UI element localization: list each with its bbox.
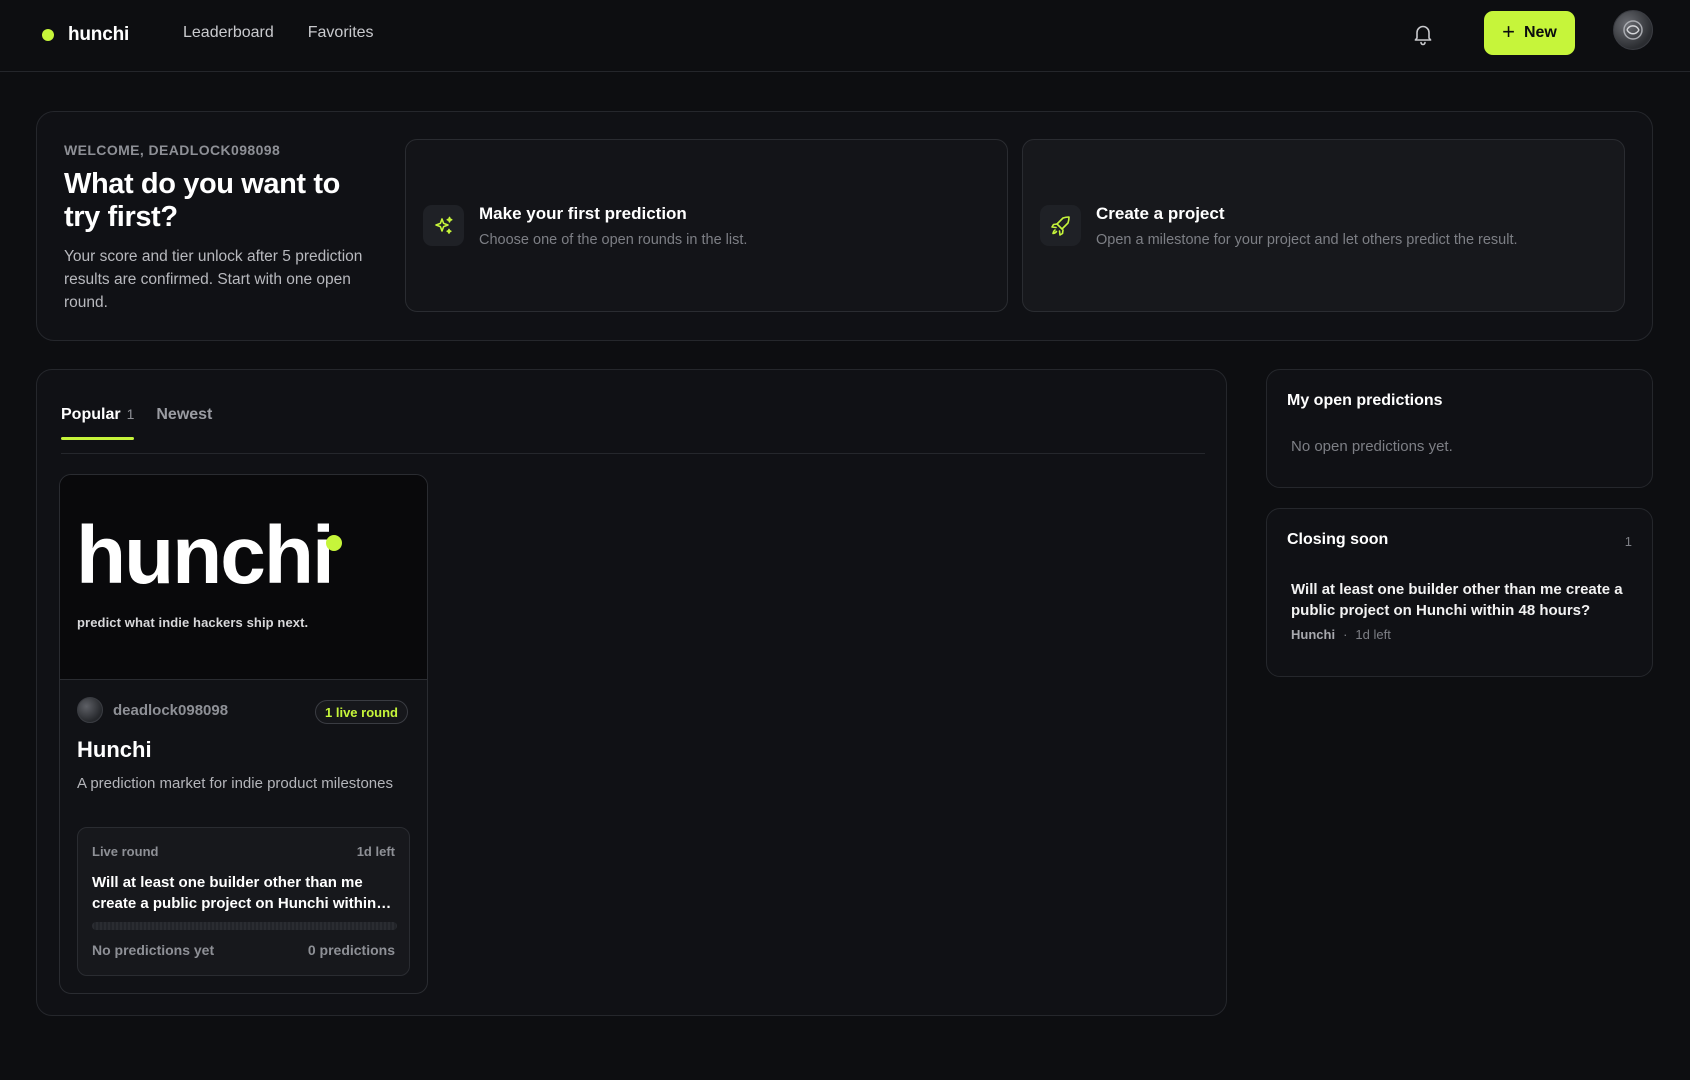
round-prediction-count: 0 predictions (307, 942, 395, 958)
welcome-description: Your score and tier unlock after 5 predi… (64, 248, 363, 311)
banner-tagline: predict what indie hackers ship next. (77, 615, 309, 630)
closing-project-name: Hunchi (1291, 627, 1336, 642)
project-description: A prediction market for indie product mi… (77, 775, 393, 792)
closing-meta: Hunchi · 1d left (1291, 627, 1631, 642)
bell-icon[interactable] (1412, 22, 1434, 46)
side-card-title: My open predictions (1287, 392, 1443, 409)
sparkles-icon (423, 205, 464, 246)
round-time-left: 1d left (356, 844, 395, 859)
projects-panel: Popular 1 Newest hunchi predict what indi… (36, 369, 1227, 1016)
prediction-progress-bar (92, 922, 397, 930)
nav-favorites-link[interactable]: Favorites (308, 24, 374, 42)
live-round-badge: 1 live round (315, 700, 408, 724)
round-status: No predictions yet (92, 942, 215, 958)
top-navigation-bar: hunchi Leaderboard Favorites + New (0, 0, 1690, 72)
action-title: Make your first prediction (479, 204, 687, 223)
tabs-divider (61, 453, 1205, 454)
new-button[interactable]: + New (1484, 11, 1575, 55)
tab-label: Newest (156, 406, 213, 423)
empty-state-text: No open predictions yet. (1291, 438, 1453, 455)
round-label: Live round (92, 844, 159, 859)
new-button-label: New (1523, 24, 1557, 41)
owner-avatar (77, 697, 103, 723)
brand-name: hunchi (68, 24, 130, 45)
my-open-predictions-card: My open predictions No open predictions … (1266, 369, 1653, 488)
create-project-card[interactable]: Create a project Open a milestone for yo… (1022, 139, 1625, 312)
action-subtitle: Open a milestone for your project and le… (1096, 232, 1518, 248)
tab-count: 1 (126, 406, 135, 422)
main-nav: Leaderboard Favorites (183, 24, 374, 42)
closing-soon-card: Closing soon 1 Will at least one builder… (1266, 508, 1653, 677)
tab-newest[interactable]: Newest (156, 406, 212, 440)
welcome-panel: WELCOME, DEADLOCK098098 What do you want… (36, 111, 1653, 341)
project-card[interactable]: hunchi predict what indie hackers ship n… (59, 474, 428, 994)
project-banner-image: hunchi predict what indie hackers ship n… (60, 475, 427, 680)
user-avatar[interactable] (1613, 10, 1653, 50)
brand-logo[interactable]: hunchi (42, 24, 129, 46)
rocket-icon (1040, 205, 1081, 246)
round-question: Will at least one builder other than me … (92, 874, 377, 912)
brand-dot-icon (42, 29, 54, 41)
make-first-prediction-card[interactable]: Make your first prediction Choose one of… (405, 139, 1008, 312)
plus-icon: + (1502, 19, 1515, 44)
closing-soon-item[interactable]: Will at least one builder other than me … (1291, 579, 1631, 642)
tab-label: Popular (61, 406, 121, 423)
side-card-title: Closing soon (1287, 531, 1389, 548)
tab-bar: Popular 1 Newest (61, 406, 212, 440)
banner-dot-icon (326, 535, 342, 551)
owner-name: deadlock098098 (113, 701, 229, 719)
action-subtitle: Choose one of the open rounds in the lis… (479, 232, 748, 248)
welcome-label: WELCOME, DEADLOCK098098 (64, 142, 281, 158)
closing-time-left: 1d left (1355, 627, 1391, 642)
banner-wordmark: hunchi (76, 510, 335, 601)
project-title: Hunchi (77, 737, 152, 762)
nav-leaderboard-link[interactable]: Leaderboard (183, 24, 274, 42)
welcome-title: What do you want to try first? (64, 168, 340, 233)
action-title: Create a project (1096, 204, 1225, 223)
closing-soon-count: 1 (1624, 534, 1632, 549)
project-owner[interactable]: deadlock098098 (77, 697, 228, 723)
meta-separator: · (1343, 627, 1348, 642)
closing-question: Will at least one builder other than me … (1291, 581, 1623, 619)
avatar-swirl-icon (1623, 20, 1643, 40)
tab-popular[interactable]: Popular 1 (61, 406, 135, 440)
live-round-box[interactable]: Live round 1d left Will at least one bui… (77, 827, 410, 976)
